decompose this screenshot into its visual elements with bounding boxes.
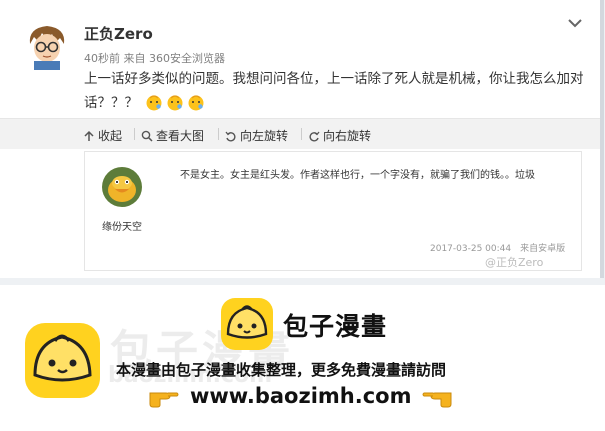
embedded-comment-image: 缘份天空 不是女主。女主是红头发。作者这样也行，一个字没有，就骗了我们的钱。。垃… xyxy=(84,151,582,271)
view-large-button[interactable]: 查看大图 xyxy=(134,127,205,144)
commenter-avatar xyxy=(102,167,142,207)
toolbar-divider xyxy=(218,128,219,140)
pointing-left-hand-icon xyxy=(422,392,452,408)
weibo-post: 正负Zero 40秒前 来自 360安全浏览器 上一话好多类似的问题。我想问问各… xyxy=(0,0,605,285)
post-meta: 40秒前 来自 360安全浏览器 xyxy=(84,52,225,65)
pointing-right-hand-icon xyxy=(149,392,179,408)
user-avatar[interactable] xyxy=(22,20,72,70)
bun-logo-icon xyxy=(25,323,100,398)
toolbar-divider xyxy=(301,128,302,140)
view-large-label: 查看大图 xyxy=(156,129,205,143)
promo-url-link[interactable]: www.baozimh.com xyxy=(190,384,411,408)
rotate-right-icon xyxy=(309,131,320,142)
weibo-watermark: @正负Zero xyxy=(485,256,544,269)
collect-label: 收起 xyxy=(98,129,123,143)
promo-banner: 包子漫畫 baozimh.com 包子漫畫 本漫畫由包子漫畫收集整理，更多免費漫… xyxy=(0,285,605,431)
magnifier-icon xyxy=(141,130,153,142)
promo-url-row: www.baozimh.com xyxy=(148,384,453,408)
comment-timestamp: 2017-03-25 00:44 来自安卓版 xyxy=(430,244,566,254)
post-text: 上一话好多类似的问题。我想问问各位，上一话除了死人就是机械，你让我怎么加对话？？… xyxy=(84,67,589,115)
post-card: 正负Zero 40秒前 来自 360安全浏览器 上一话好多类似的问题。我想问问各… xyxy=(0,0,604,278)
chevron-down-icon[interactable] xyxy=(567,16,583,30)
rotate-left-icon xyxy=(225,131,236,142)
arrow-up-icon xyxy=(84,130,94,141)
emoji-icon xyxy=(188,95,204,111)
rotate-right-label: 向右旋转 xyxy=(323,129,372,143)
collect-button[interactable]: 收起 xyxy=(83,127,122,144)
promo-text: 本漫畫由包子漫畫收集整理，更多免費漫畫請訪問 xyxy=(116,361,447,379)
image-toolbar: 收起 查看大图 向左旋转 向右旋转 xyxy=(0,118,600,149)
brand-name: 包子漫畫 xyxy=(283,312,388,341)
username[interactable]: 正负Zero xyxy=(84,23,153,44)
rotate-left-button[interactable]: 向左旋转 xyxy=(218,127,289,144)
comment-text: 不是女主。女主是红头发。作者这样也行，一个字没有，就骗了我们的钱。。垃圾 xyxy=(180,170,535,181)
toolbar-divider xyxy=(134,128,135,140)
bun-logo-small-icon xyxy=(221,298,273,350)
emoji-icon xyxy=(167,95,183,111)
emoji-icon xyxy=(146,95,162,111)
rotate-right-button[interactable]: 向右旋转 xyxy=(301,127,372,144)
rotate-left-label: 向左旋转 xyxy=(240,129,289,143)
commenter-name: 缘份天空 xyxy=(102,222,142,233)
